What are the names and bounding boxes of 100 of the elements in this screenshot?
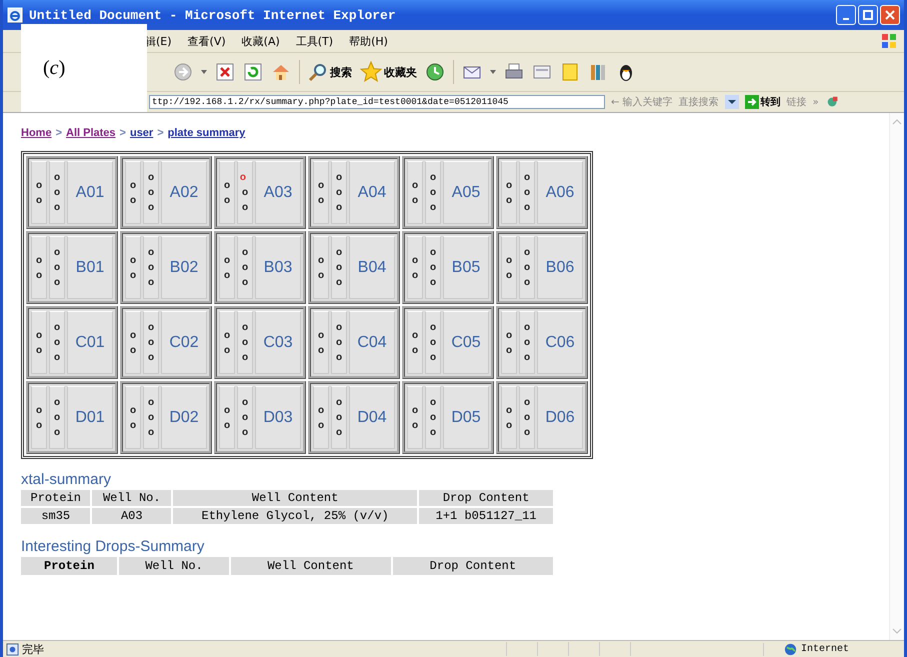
drop-mark[interactable]: o xyxy=(430,350,436,365)
drop-mark[interactable]: o xyxy=(224,402,230,418)
drop-mark[interactable]: o xyxy=(242,185,248,200)
drop-mark[interactable]: o xyxy=(224,328,230,342)
breadcrumb-link[interactable]: Home xyxy=(21,127,52,139)
drop-mark[interactable]: o xyxy=(412,402,418,418)
drop-mark[interactable]: o xyxy=(506,178,512,192)
drop-mark[interactable]: o xyxy=(336,245,342,260)
drop-mark[interactable]: o xyxy=(242,335,248,350)
menu-item[interactable]: 查看(V) xyxy=(188,34,226,48)
well-cell[interactable]: o o o o o B05 xyxy=(402,231,494,304)
drop-mark[interactable]: o xyxy=(412,252,418,268)
drop-mark[interactable]: o xyxy=(148,350,154,365)
menu-item[interactable]: 帮助(H) xyxy=(349,34,388,48)
drop-mark[interactable]: o xyxy=(318,252,324,268)
drop-mark[interactable]: o xyxy=(506,268,512,282)
drop-mark[interactable]: o xyxy=(524,185,530,200)
history-icon[interactable] xyxy=(425,62,445,82)
drop-mark[interactable]: o xyxy=(54,185,60,200)
dropdown-arrow-icon[interactable] xyxy=(490,70,496,74)
drop-mark[interactable]: o xyxy=(54,350,60,365)
drop-mark[interactable]: o xyxy=(430,275,436,290)
home-icon[interactable] xyxy=(271,62,291,82)
drop-mark[interactable]: o xyxy=(36,402,42,418)
drop-mark[interactable]: o xyxy=(224,418,230,432)
drop-mark[interactable]: o xyxy=(430,185,436,200)
drop-mark[interactable]: o xyxy=(148,185,154,200)
drop-mark[interactable]: o xyxy=(430,335,436,350)
well-cell[interactable]: o o o o o B01 xyxy=(26,231,118,304)
drop-mark[interactable]: o xyxy=(148,170,154,185)
drop-mark[interactable]: o xyxy=(318,342,324,358)
drop-mark[interactable]: o xyxy=(506,328,512,342)
drop-mark[interactable]: o xyxy=(242,410,248,425)
drop-mark[interactable]: o xyxy=(130,268,136,282)
drop-mark[interactable]: o xyxy=(336,260,342,275)
breadcrumb-link[interactable]: All Plates xyxy=(66,127,116,139)
search-button[interactable]: 搜索 xyxy=(308,62,352,82)
forward-icon[interactable] xyxy=(173,62,193,82)
drop-mark[interactable]: o xyxy=(412,342,418,358)
address-field[interactable]: ttp://192.168.1.2/rx/summary.php?plate_id=test0001&date=0512011045 xyxy=(149,95,605,109)
drop-mark[interactable]: o xyxy=(412,418,418,432)
drop-mark[interactable]: o xyxy=(54,395,60,410)
drop-mark[interactable]: o xyxy=(524,200,530,215)
well-cell[interactable]: o o o o o D04 xyxy=(308,381,400,454)
drop-mark[interactable]: o xyxy=(524,170,530,185)
drop-mark[interactable]: o xyxy=(506,342,512,358)
drop-mark[interactable]: o xyxy=(148,200,154,215)
drop-mark[interactable]: o xyxy=(336,395,342,410)
refresh-icon[interactable] xyxy=(243,62,263,82)
drop-mark[interactable]: o xyxy=(54,260,60,275)
breadcrumb-link[interactable]: plate summary xyxy=(168,127,246,139)
close-button[interactable] xyxy=(880,5,900,25)
menu-item[interactable]: 工具(T) xyxy=(296,34,334,48)
well-cell[interactable]: o o o o o A04 xyxy=(308,156,400,229)
drop-mark[interactable]: o xyxy=(430,200,436,215)
drop-mark[interactable]: o xyxy=(242,350,248,365)
well-cell[interactable]: o o o o o D06 xyxy=(496,381,588,454)
drop-mark[interactable]: o xyxy=(130,252,136,268)
drop-mark[interactable]: o xyxy=(524,275,530,290)
drop-mark[interactable]: o xyxy=(148,320,154,335)
drop-mark[interactable]: o xyxy=(242,275,248,290)
drop-mark[interactable]: o xyxy=(36,192,42,208)
drop-mark[interactable]: o xyxy=(336,320,342,335)
drop-mark[interactable]: o xyxy=(224,268,230,282)
drop-mark[interactable]: o xyxy=(148,410,154,425)
drop-mark[interactable]: o xyxy=(506,252,512,268)
drop-mark[interactable]: o xyxy=(412,328,418,342)
drop-mark[interactable]: o xyxy=(54,410,60,425)
drop-mark[interactable]: o xyxy=(148,260,154,275)
drop-mark[interactable]: o xyxy=(430,395,436,410)
drop-mark[interactable]: o xyxy=(524,245,530,260)
drop-mark[interactable]: o xyxy=(148,395,154,410)
drop-mark[interactable]: o xyxy=(224,252,230,268)
drop-mark[interactable]: o xyxy=(54,425,60,440)
minimize-button[interactable] xyxy=(836,5,856,25)
drop-mark[interactable]: o xyxy=(36,342,42,358)
well-cell[interactable]: o o o o o C04 xyxy=(308,306,400,379)
drop-mark[interactable]: o xyxy=(36,178,42,192)
drop-mark[interactable]: o xyxy=(524,410,530,425)
well-cell[interactable]: o o o o o A01 xyxy=(26,156,118,229)
drop-mark[interactable]: o xyxy=(242,425,248,440)
drop-mark[interactable]: o xyxy=(130,402,136,418)
drop-mark[interactable]: o xyxy=(54,245,60,260)
drop-mark[interactable]: o xyxy=(336,200,342,215)
drop-mark[interactable]: o xyxy=(242,395,248,410)
drop-mark[interactable]: o xyxy=(524,335,530,350)
drop-mark[interactable]: o xyxy=(54,200,60,215)
drop-mark[interactable]: o xyxy=(318,192,324,208)
stop-icon[interactable] xyxy=(215,62,235,82)
drop-mark[interactable]: o xyxy=(336,185,342,200)
note-icon[interactable] xyxy=(560,62,580,82)
drop-mark[interactable]: o xyxy=(336,410,342,425)
drop-mark[interactable]: o xyxy=(430,320,436,335)
well-cell[interactable]: o o o o o C05 xyxy=(402,306,494,379)
drop-mark[interactable]: o xyxy=(524,350,530,365)
drop-mark[interactable]: o xyxy=(318,402,324,418)
drop-mark[interactable]: o xyxy=(130,342,136,358)
well-cell[interactable]: o o o o o A05 xyxy=(402,156,494,229)
drop-mark[interactable]: o xyxy=(318,178,324,192)
drop-mark[interactable]: o xyxy=(36,328,42,342)
